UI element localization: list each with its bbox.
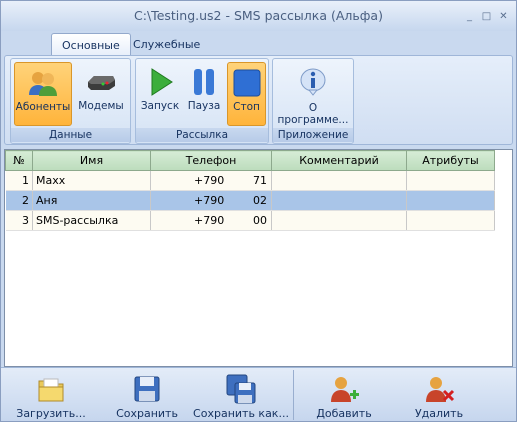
- row-comment[interactable]: [271, 190, 407, 211]
- column-header-attributes[interactable]: Атрибуты: [406, 150, 495, 171]
- group-data: Абоненты Модемы Данные: [10, 58, 131, 144]
- window-title: C:\Testing.us2 - SMS рассылка (Альфа): [134, 8, 383, 23]
- close-button[interactable]: ✕: [497, 11, 510, 23]
- delete-button[interactable]: Удалить: [409, 372, 469, 420]
- group-app-label: Приложение: [273, 128, 353, 142]
- row-number: 3: [5, 210, 33, 231]
- remove-user-icon: [426, 377, 455, 402]
- stop-label: Стоп: [233, 101, 260, 113]
- row-attributes[interactable]: [406, 190, 495, 211]
- table-header-row: № Имя Телефон Комментарий Атрибуты: [5, 150, 495, 171]
- row-name[interactable]: Maxx: [32, 170, 151, 191]
- row-name[interactable]: SMS-рассылка: [32, 210, 151, 231]
- group-mailing: Запуск Пауза Стоп Рассылка: [135, 58, 269, 144]
- save-as-button[interactable]: Сохранить как...: [193, 372, 289, 420]
- subscribers-label: Абоненты: [15, 101, 71, 113]
- about-label: О программе...: [277, 102, 349, 126]
- phone-prefix: +790: [194, 194, 225, 207]
- row-phone[interactable]: +790 00: [150, 210, 272, 231]
- group-mailing-label: Рассылка: [136, 128, 268, 142]
- about-button[interactable]: О программе...: [276, 62, 350, 126]
- add-button[interactable]: Добавить: [311, 372, 377, 420]
- row-number: 1: [5, 170, 33, 191]
- modems-label: Модемы: [78, 100, 124, 112]
- phone-prefix: +790: [194, 174, 225, 187]
- modems-button[interactable]: Модемы: [74, 62, 128, 126]
- table-row[interactable]: 2 Аня +790 02: [5, 190, 495, 211]
- ribbon: Абоненты Модемы Данные Запуск Пауза Стоп…: [4, 55, 513, 145]
- table-row[interactable]: 1 Maxx +790 71: [5, 170, 495, 191]
- row-comment[interactable]: [271, 170, 407, 191]
- column-header-name[interactable]: Имя: [32, 150, 151, 171]
- load-label: Загрузить...: [16, 407, 86, 420]
- start-label: Запуск: [140, 100, 180, 112]
- floppy-disk-icon: [134, 376, 160, 402]
- group-app: О программе... Приложение: [272, 58, 354, 144]
- folder-icon: [38, 378, 64, 402]
- save-button[interactable]: Сохранить: [111, 372, 183, 420]
- start-button[interactable]: Запуск: [139, 62, 181, 126]
- stop-icon: [233, 69, 260, 97]
- phone-suffix: 00: [253, 214, 267, 227]
- save-as-label: Сохранить как...: [193, 407, 289, 420]
- add-label: Добавить: [316, 407, 372, 420]
- row-phone[interactable]: +790 02: [150, 190, 272, 211]
- load-button[interactable]: Загрузить...: [9, 372, 93, 420]
- phone-suffix: 02: [253, 194, 267, 207]
- floppy-disks-icon: [226, 374, 256, 404]
- ribbon-tabs: Основные Служебные: [1, 31, 516, 56]
- subscribers-button[interactable]: Абоненты: [14, 62, 72, 126]
- phone-suffix: 71: [253, 174, 267, 187]
- row-comment[interactable]: [271, 210, 407, 231]
- tab-main[interactable]: Основные: [51, 33, 131, 56]
- maximize-button[interactable]: □: [480, 11, 493, 23]
- tab-service[interactable]: Служебные: [123, 33, 210, 56]
- stop-button[interactable]: Стоп: [227, 62, 266, 126]
- pause-button[interactable]: Пауза: [184, 62, 224, 126]
- row-attributes[interactable]: [406, 210, 495, 231]
- play-icon: [151, 68, 173, 96]
- row-name[interactable]: Аня: [32, 190, 151, 211]
- add-user-icon: [331, 377, 359, 402]
- info-icon: [300, 68, 326, 96]
- save-label: Сохранить: [116, 407, 178, 420]
- phone-prefix: +790: [194, 214, 225, 227]
- row-attributes[interactable]: [406, 170, 495, 191]
- modem-icon: [88, 76, 115, 90]
- column-header-number[interactable]: №: [5, 150, 33, 171]
- users-icon: [29, 72, 57, 96]
- bottom-toolbar: Загрузить... Сохранить Сохранить как... …: [1, 367, 516, 421]
- pause-label: Пауза: [187, 100, 221, 112]
- subscribers-table: № Имя Телефон Комментарий Атрибуты 1 Max…: [4, 149, 513, 367]
- minimize-button[interactable]: _: [463, 11, 476, 23]
- column-header-comment[interactable]: Комментарий: [271, 150, 407, 171]
- delete-label: Удалить: [414, 407, 464, 420]
- group-data-label: Данные: [11, 128, 130, 142]
- row-number: 2: [5, 190, 33, 211]
- row-phone[interactable]: +790 71: [150, 170, 272, 191]
- title-bar[interactable]: C:\Testing.us2 - SMS рассылка (Альфа) _ …: [1, 1, 516, 31]
- table-row[interactable]: 3 SMS-рассылка +790 00: [5, 210, 495, 231]
- pause-icon: [194, 69, 214, 95]
- column-header-phone[interactable]: Телефон: [150, 150, 272, 171]
- app-window: C:\Testing.us2 - SMS рассылка (Альфа) _ …: [0, 0, 517, 422]
- toolbar-separator: [293, 370, 294, 420]
